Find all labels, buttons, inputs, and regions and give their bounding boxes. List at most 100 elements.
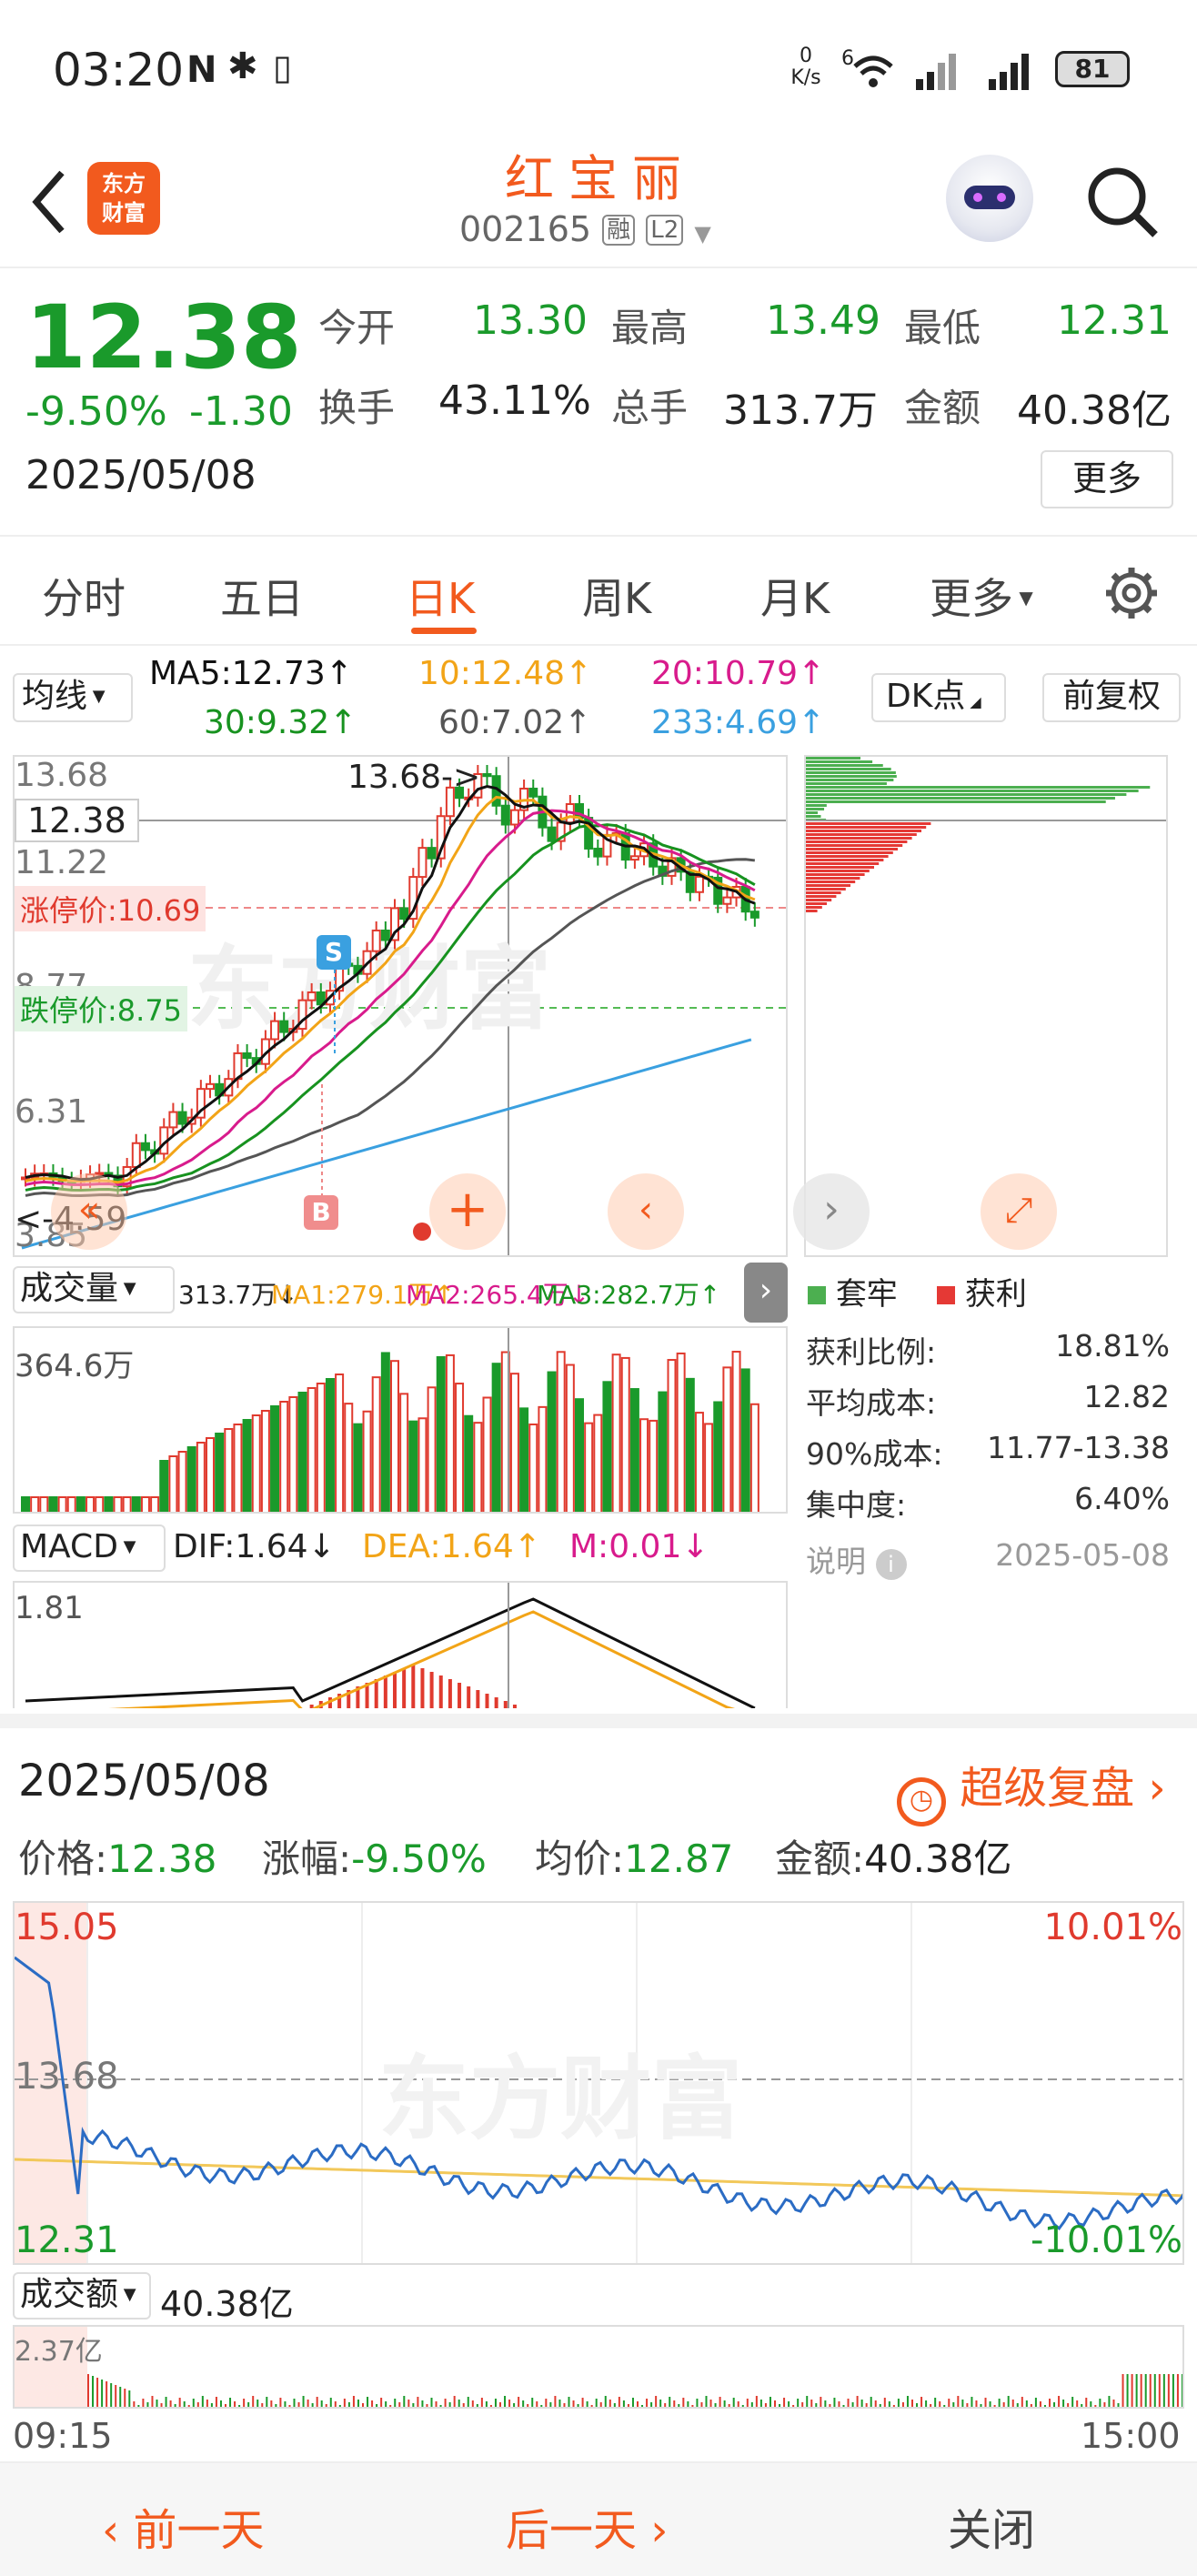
intraday-volume-bar	[124, 2389, 126, 2407]
volume-chart[interactable]: 364.6万	[13, 1326, 788, 1514]
macd-selector[interactable]: MACD ▼	[13, 1524, 166, 1572]
intraday-volume-bar	[110, 2383, 113, 2407]
intraday-volume-bar	[851, 2402, 854, 2407]
volume-bar	[584, 1422, 594, 1512]
volume-bar	[48, 1496, 58, 1512]
battery-level: 81	[1074, 54, 1111, 84]
volume-bar	[242, 1419, 252, 1512]
ma30-value: 30:9.32↑	[204, 704, 357, 741]
intraday-volume-bar	[307, 2400, 309, 2407]
change-percent: -9.50%	[25, 388, 167, 435]
tab-monthly-k[interactable]: 月K	[760, 566, 830, 626]
macd-bar	[420, 1668, 425, 1708]
intraday-volume-bar	[412, 2403, 415, 2407]
intraday-volume-bar	[215, 2397, 217, 2407]
intraday-volume-bar	[421, 2400, 424, 2407]
intraday-volume-bar	[723, 2400, 726, 2407]
search-icon[interactable]	[1082, 162, 1164, 244]
intraday-volume-bar	[1002, 2402, 1005, 2407]
kline-chart[interactable]: 东方财富 13.68 12.38 11.22 涨停价:10.69 8.77 跌停…	[13, 755, 788, 1257]
chip-bar	[806, 764, 883, 767]
robot-assistant-icon[interactable]	[946, 155, 1033, 242]
signal-icon-2	[989, 54, 1029, 90]
intraday-volume-bar	[389, 2405, 392, 2407]
intraday-volume-bar	[219, 2400, 222, 2407]
quote-panel: 12.38 -9.50% -1.30 2025/05/08 今开 13.30 最…	[0, 270, 1197, 534]
intraday-volume-bar	[522, 2400, 525, 2407]
volume-bar	[177, 1451, 187, 1512]
tab-weekly-k[interactable]: 周K	[582, 566, 651, 626]
macd-bar	[438, 1675, 443, 1708]
chip-bar	[806, 859, 884, 861]
intraday-volume-bar	[499, 2402, 501, 2407]
dk-point-button[interactable]: DK点 ◢	[871, 673, 1006, 722]
prev-day-button[interactable]: ‹ 前一天	[102, 2494, 264, 2558]
chevron-right-icon: ›	[637, 2505, 669, 2556]
macd-bar	[402, 1668, 407, 1708]
chip-bar	[806, 837, 912, 840]
expand-icon[interactable]: ⤢	[981, 1173, 1057, 1250]
intraday-volume-bar	[1162, 2374, 1165, 2407]
chip-bar	[806, 848, 898, 850]
intraday-volume-bar	[480, 2398, 483, 2407]
intraday-volume-bar	[732, 2398, 735, 2407]
intraday-volume-bar	[513, 2403, 516, 2407]
volume-bar	[445, 1353, 455, 1512]
super-replay-button[interactable]: ◷ 超级复盘 ›	[897, 1752, 1166, 1826]
intraday-volume-bar	[252, 2396, 255, 2407]
chip-stats: 获利比例: 18.81% 平均成本: 12.82 90%成本: 11.77-13.38…	[806, 1328, 1170, 1588]
intraday-volume-bar	[966, 2403, 969, 2407]
candle	[547, 826, 557, 842]
intraday-volume-bar	[577, 2404, 579, 2407]
tab-more[interactable]: 更多 ▼	[930, 566, 1033, 626]
adjust-button[interactable]: 前复权	[1042, 673, 1181, 722]
low-label: 最低	[904, 306, 981, 350]
intraday-volume-bar	[650, 2402, 653, 2407]
intraday-volume-bar	[879, 2404, 881, 2407]
wifi-icon	[853, 55, 893, 87]
buy-signal-badge[interactable]: B	[304, 1195, 338, 1230]
intraday-volume-bar	[833, 2398, 836, 2407]
info-icon[interactable]: i	[875, 1549, 907, 1580]
step-left-icon[interactable]: ‹	[608, 1173, 684, 1250]
tab-five-day[interactable]: 五日	[220, 566, 304, 626]
tab-intraday[interactable]: 分时	[42, 566, 126, 626]
back-icon[interactable]	[25, 166, 71, 238]
settings-gear-icon[interactable]	[1102, 564, 1161, 622]
chevron-down-icon[interactable]: ▼	[694, 221, 710, 247]
dk-point-label: DK点	[886, 678, 966, 715]
amount-selector-label: 成交额	[20, 2276, 119, 2313]
next-day-button[interactable]: 后一天 ›	[506, 2494, 668, 2558]
tab-daily-k[interactable]: 日K	[406, 566, 475, 626]
turnover-label: 换手	[318, 386, 396, 430]
close-button[interactable]: 关闭	[948, 2494, 1035, 2558]
double-left-arrow-icon[interactable]: «	[51, 1173, 127, 1250]
intraday-volume-bar	[714, 2403, 717, 2407]
intraday-volume-bar	[883, 2398, 886, 2407]
intraday-volume-bar	[435, 2401, 438, 2407]
ma-selector[interactable]: 均线 ▼	[13, 673, 133, 722]
intraday-volume-bar	[572, 2400, 575, 2407]
intraday-y-mid: 13.68	[15, 2056, 119, 2098]
macd-bar	[494, 1697, 498, 1708]
sell-signal-badge[interactable]: S	[317, 935, 351, 970]
more-button[interactable]: 更多	[1041, 450, 1173, 508]
macd-chart[interactable]: 1.81	[13, 1581, 788, 1708]
volume-bar	[473, 1422, 483, 1512]
candle	[380, 929, 390, 941]
volume-selector[interactable]: 成交量 ▼	[13, 1266, 175, 1313]
intraday-price-chart[interactable]: 东方财富 15.05 10.01% 13.68 12.31 -10.01%	[13, 1901, 1184, 2265]
step-right-icon[interactable]: ›	[793, 1173, 870, 1250]
collapse-panel-button[interactable]: ›	[744, 1263, 788, 1323]
amount-selector[interactable]: 成交额 ▼	[13, 2272, 151, 2319]
intraday-volume-bar	[169, 2400, 172, 2407]
macd-bar	[512, 1705, 517, 1708]
intraday-volume-bar	[1011, 2400, 1014, 2407]
intraday-volume-bar	[115, 2385, 117, 2407]
intraday-volume-bar	[347, 2402, 350, 2407]
stock-title: 红宝丽	[505, 150, 696, 207]
intraday-volume-chart[interactable]: 2.37亿	[13, 2325, 1184, 2409]
chip-note-link[interactable]: 说明	[806, 1544, 866, 1579]
zoom-in-icon[interactable]: +	[429, 1173, 506, 1250]
volume-value: 313.7万	[723, 387, 878, 434]
